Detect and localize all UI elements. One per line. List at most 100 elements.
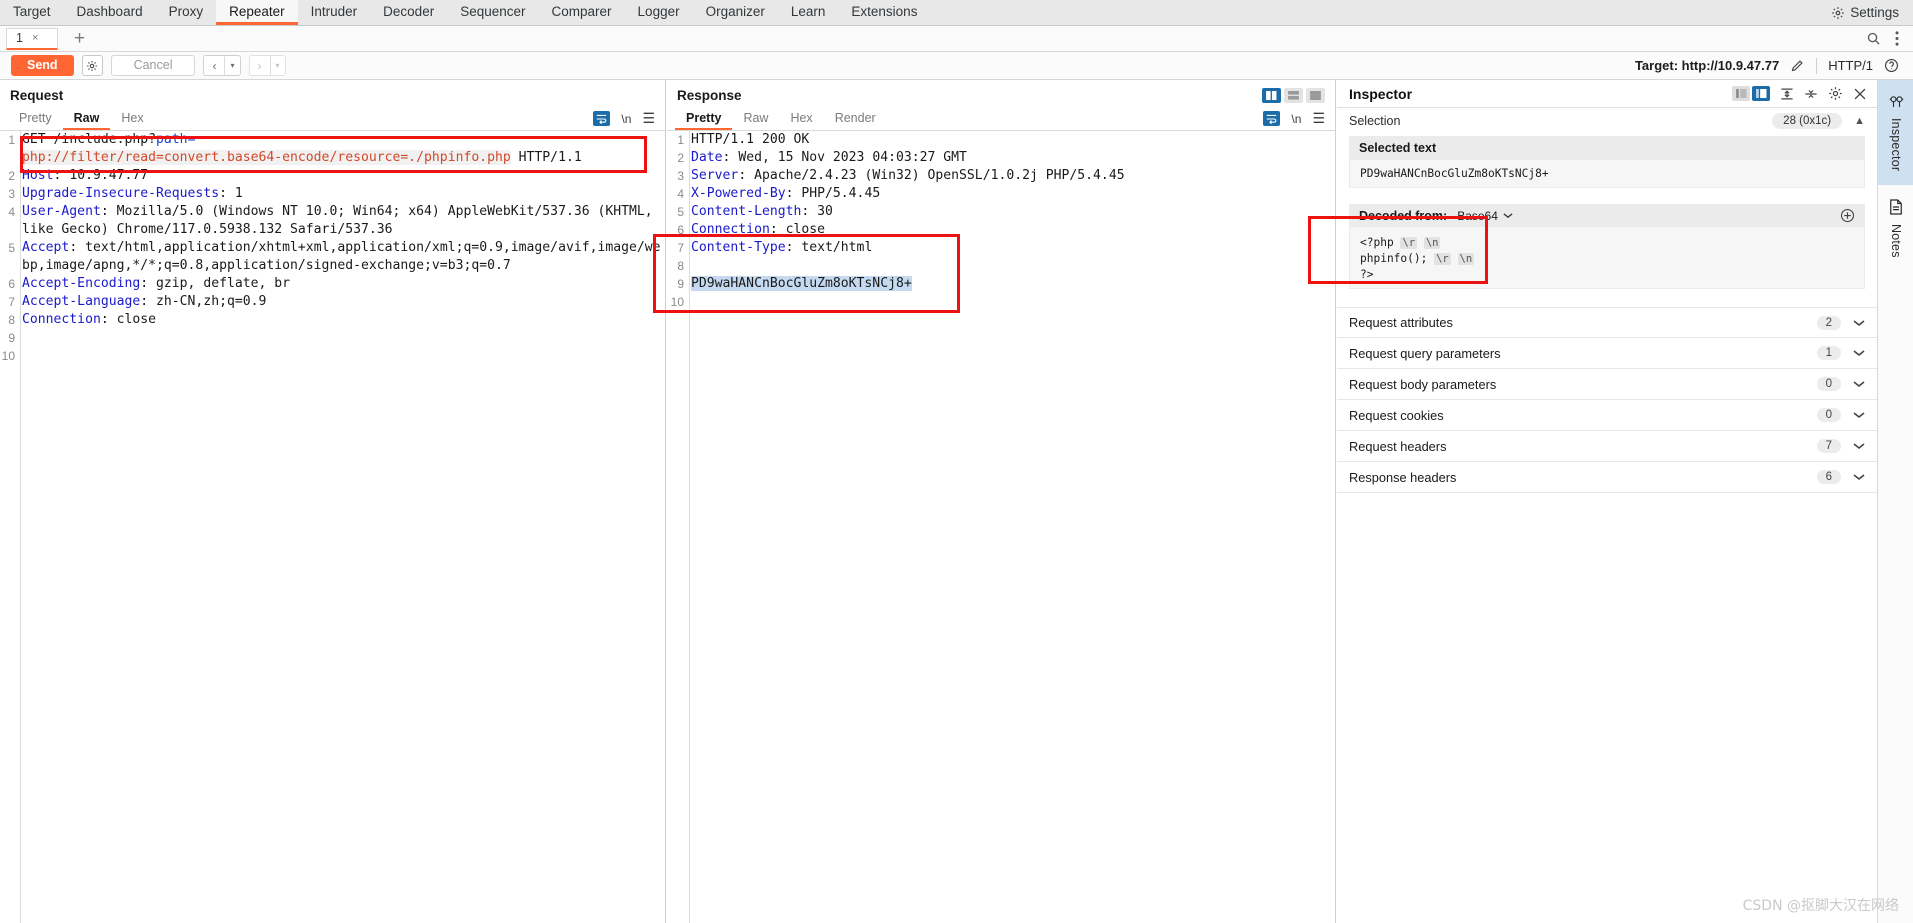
main-tab-sequencer[interactable]: Sequencer — [447, 0, 538, 25]
section-request-cookies[interactable]: Request cookies 0 — [1337, 400, 1877, 431]
http-version-label[interactable]: HTTP/1 — [1828, 58, 1873, 73]
main-tab-intruder[interactable]: Intruder — [298, 0, 371, 25]
response-tab-raw[interactable]: Raw — [732, 108, 779, 130]
selected-base64-text[interactable]: PD9waHANCnBocGluZm8oKTsNCj8+ — [691, 276, 912, 291]
newline-toggle[interactable]: \n — [621, 112, 631, 126]
status-line: HTTP/1.1 200 OK — [691, 132, 810, 147]
decoded-output[interactable]: <?php \r \n phpinfo(); \r \n ?> — [1349, 227, 1865, 289]
rail-label: Inspector — [1889, 118, 1903, 172]
main-tab-repeater[interactable]: Repeater — [216, 0, 298, 25]
word-wrap-icon[interactable] — [593, 111, 611, 126]
collapse-all-icon[interactable] — [1804, 87, 1818, 101]
response-tab-render[interactable]: Render — [824, 108, 887, 130]
section-count-badge: 0 — [1816, 377, 1841, 391]
search-icon[interactable] — [1866, 31, 1881, 46]
chevron-up-icon[interactable]: ▲ — [1854, 115, 1865, 127]
section-request-body-parameters[interactable]: Request body parameters 0 — [1337, 369, 1877, 400]
code-line: 9 PD9waHANCnBocGluZm8oKTsNCj8+ — [667, 275, 1335, 293]
hamburger-menu-icon[interactable]: ☰ — [1312, 110, 1325, 127]
section-request-attributes[interactable]: Request attributes 2 — [1337, 307, 1877, 338]
expand-all-icon[interactable] — [1780, 87, 1794, 101]
go-forward-button[interactable]: › ▾ — [248, 55, 286, 76]
main-tab-comparer[interactable]: Comparer — [539, 0, 625, 25]
rail-item-inspector[interactable]: Inspector — [1878, 80, 1913, 186]
help-icon[interactable] — [1884, 58, 1899, 73]
word-wrap-icon[interactable] — [1263, 111, 1281, 126]
header-name: Accept-Encoding — [22, 276, 141, 291]
main-tab-bar: Target Dashboard Proxy Repeater Intruder… — [0, 0, 1913, 26]
section-response-headers[interactable]: Response headers 6 — [1337, 462, 1877, 493]
layout-narrow-icon[interactable] — [1732, 86, 1750, 101]
code-line: 3 Upgrade-Insecure-Requests: 1 — [0, 185, 665, 203]
tab-label: Raw — [743, 111, 769, 125]
main-tab-organizer[interactable]: Organizer — [693, 0, 778, 25]
code-text: Accept: text/html,application/xhtml+xml,… — [20, 239, 665, 275]
main-tab-decoder[interactable]: Decoder — [370, 0, 447, 25]
response-editor[interactable]: 1 HTTP/1.1 200 OK 2 Date: Wed, 15 Nov 20… — [667, 131, 1335, 923]
section-request-headers[interactable]: Request headers 7 — [1337, 431, 1877, 462]
header-name: Upgrade-Insecure-Requests — [22, 186, 220, 201]
edit-pencil-icon[interactable] — [1790, 58, 1805, 73]
request-tab-pretty[interactable]: Pretty — [8, 108, 63, 130]
newline-toggle[interactable]: \n — [1291, 112, 1301, 126]
response-tab-pretty[interactable]: Pretty — [675, 108, 733, 130]
repeater-tab-1[interactable]: 1 × — [6, 27, 58, 50]
decode-format-select[interactable]: Base64 — [1457, 209, 1513, 223]
chevron-down-icon[interactable] — [1853, 442, 1865, 450]
request-panel: Request Pretty Raw Hex \n ☰ 1 GET /inclu… — [0, 80, 666, 923]
send-button[interactable]: Send — [11, 55, 74, 76]
main-tab-target[interactable]: Target — [0, 0, 64, 25]
settings-button[interactable]: Settings — [1823, 0, 1913, 25]
layout-side-by-side-icon[interactable] — [1262, 87, 1281, 103]
hamburger-menu-icon[interactable]: ☰ — [642, 110, 655, 127]
layout-stacked-icon[interactable] — [1284, 87, 1303, 103]
code-text: Connection: close — [689, 221, 1335, 239]
chevron-down-icon[interactable]: ▾ — [225, 56, 239, 75]
chevron-down-icon[interactable] — [1853, 349, 1865, 357]
code-text: Content-Length: 30 — [689, 203, 1335, 221]
more-options-icon[interactable] — [1895, 31, 1899, 46]
go-back-button[interactable]: ‹ ▾ — [203, 55, 241, 76]
header-value: : text/html — [785, 240, 873, 255]
request-editor[interactable]: 1 GET /include.php?path= php://filter/rea… — [0, 131, 665, 923]
chevron-down-icon[interactable] — [1853, 411, 1865, 419]
rail-item-notes[interactable]: Notes — [1878, 185, 1913, 272]
chevron-down-icon[interactable] — [1853, 319, 1865, 327]
selected-text-value[interactable]: PD9waHANCnBocGluZm8oKTsNCj8+ — [1349, 160, 1865, 188]
section-label: Request body parameters — [1349, 376, 1497, 392]
chevron-down-icon[interactable]: ▾ — [271, 56, 285, 75]
main-tab-bar-spacer — [930, 0, 1823, 25]
gear-icon[interactable] — [1828, 86, 1843, 101]
selection-label: Selection — [1349, 114, 1401, 128]
selected-text-card: Selected text PD9waHANCnBocGluZm8oKTsNCj… — [1349, 136, 1865, 188]
layout-tabbed-icon[interactable] — [1306, 87, 1325, 103]
add-tab-button[interactable]: + — [68, 29, 91, 48]
request-settings-button[interactable] — [81, 55, 103, 76]
line-number: 3 — [8, 187, 15, 201]
main-tab-proxy[interactable]: Proxy — [156, 0, 217, 25]
inspector-selection-row[interactable]: Selection 28 (0x1c) ▲ — [1337, 108, 1877, 134]
chevron-down-icon[interactable] — [1853, 473, 1865, 481]
response-tab-hex[interactable]: Hex — [779, 108, 823, 130]
request-tab-raw[interactable]: Raw — [62, 108, 111, 130]
main-tab-learn[interactable]: Learn — [778, 0, 839, 25]
decoded-text: phpinfo(); — [1360, 252, 1435, 265]
chevron-down-icon[interactable] — [1853, 380, 1865, 388]
main-tab-dashboard[interactable]: Dashboard — [64, 0, 156, 25]
add-decoder-icon[interactable] — [1840, 208, 1855, 223]
section-label: Request cookies — [1349, 407, 1444, 423]
main-tab-extensions[interactable]: Extensions — [838, 0, 930, 25]
header-name: Content-Type — [691, 240, 786, 255]
close-icon[interactable] — [1853, 87, 1867, 101]
inspector-icon — [1889, 94, 1904, 109]
layout-wide-icon[interactable] — [1752, 86, 1770, 101]
main-tab-logger[interactable]: Logger — [625, 0, 693, 25]
selection-count-badge: 28 (0x1c) — [1772, 113, 1843, 129]
cancel-button[interactable]: Cancel — [110, 55, 196, 76]
close-icon[interactable]: × — [32, 32, 38, 44]
request-tab-hex[interactable]: Hex — [110, 108, 154, 130]
section-request-query-parameters[interactable]: Request query parameters 1 — [1337, 338, 1877, 369]
decode-format-value: Base64 — [1457, 208, 1498, 223]
section-count-badge: 0 — [1816, 408, 1841, 422]
